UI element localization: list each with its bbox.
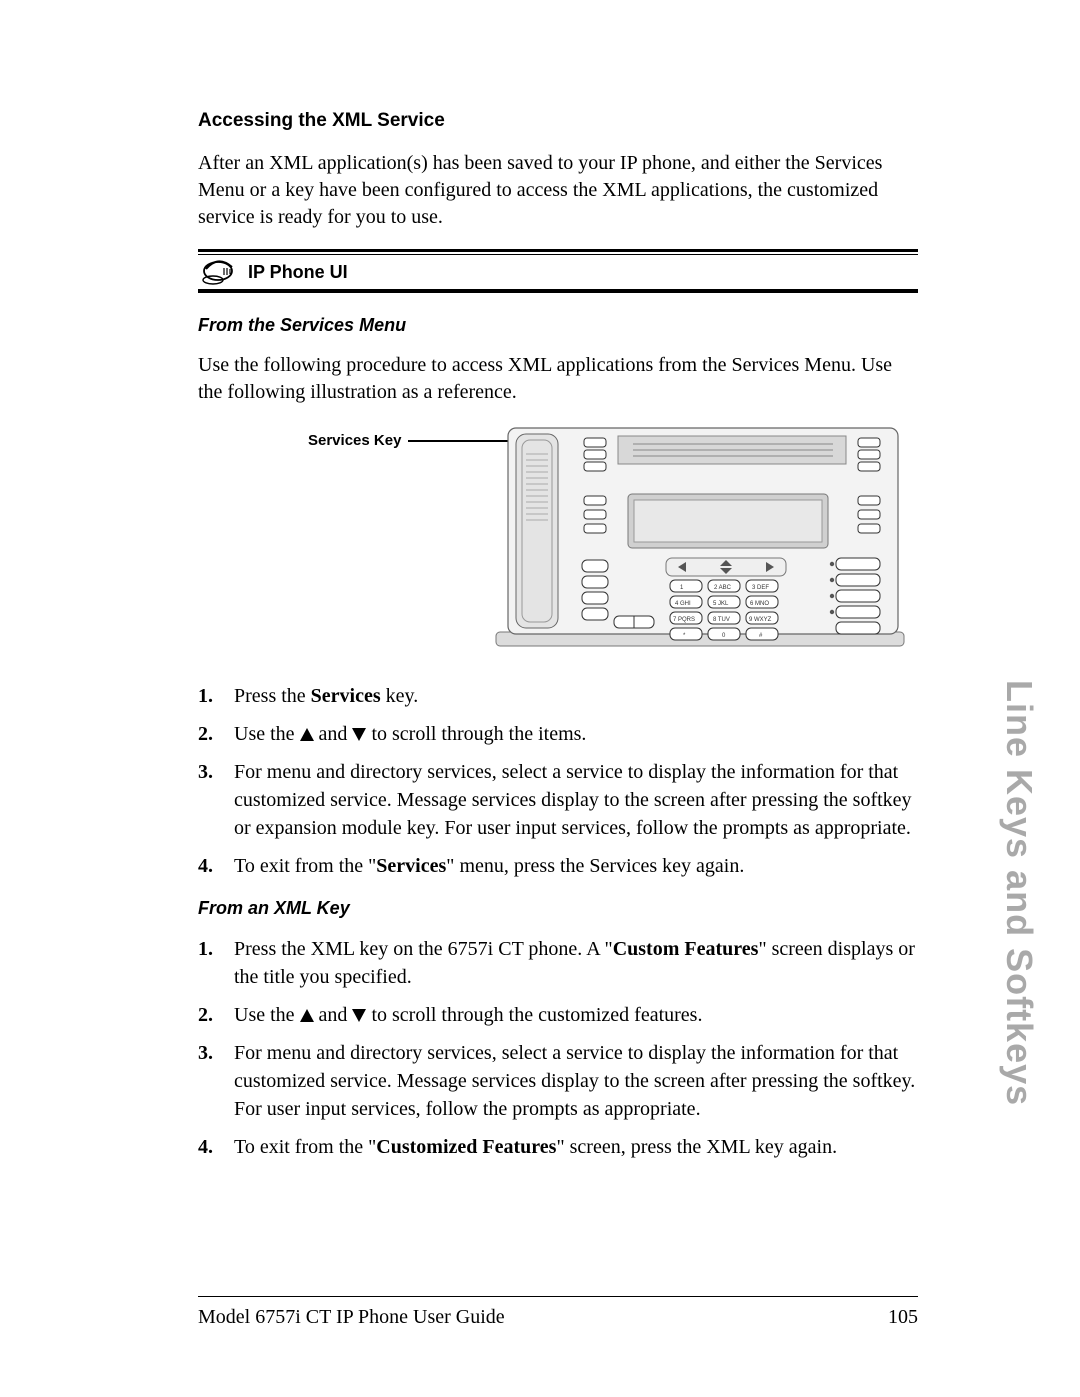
step-3: 3. For menu and directory services, sele… <box>198 1039 918 1123</box>
footer-page-number: 105 <box>888 1306 918 1329</box>
svg-text:7 PQRS: 7 PQRS <box>673 617 695 623</box>
t: Use the <box>234 723 300 745</box>
step-text: To exit from the "Services" menu, press … <box>234 852 744 880</box>
step-2: 2. Use the and to scroll through the cus… <box>198 1001 918 1029</box>
t: To exit from the " <box>234 855 376 877</box>
footer-rule <box>198 1296 918 1297</box>
side-tab-title: Line Keys and Softkeys <box>998 680 1040 1106</box>
content-column: Accessing the XML Service After an XML a… <box>198 110 918 1179</box>
svg-text:6 MNO: 6 MNO <box>750 601 769 607</box>
subsection-heading-xml-key: From an XML Key <box>198 898 918 919</box>
t: To exit from the " <box>234 1136 376 1158</box>
phone-device-icon: 1 2 ABC 3 DEF 4 GHI 5 JKL 6 MNO 7 PQRS 8… <box>488 424 918 654</box>
step-number: 3. <box>198 1039 220 1123</box>
step-4: 4. To exit from the "Customized Features… <box>198 1133 918 1161</box>
step-text: To exit from the "Customized Features" s… <box>234 1133 837 1161</box>
t: key. <box>381 685 419 707</box>
svg-text:8 TUV: 8 TUV <box>713 617 730 623</box>
page: Accessing the XML Service After an XML a… <box>0 0 1080 1397</box>
services-key-target <box>584 438 606 471</box>
t-bold: Customized Features <box>376 1136 556 1158</box>
up-arrow-icon <box>300 728 314 741</box>
down-arrow-icon <box>352 1009 366 1022</box>
step-1: 1. Press the XML key on the 6757i CT pho… <box>198 935 918 991</box>
footer-guide-title: Model 6757i CT IP Phone User Guide <box>198 1306 505 1329</box>
svg-text:3 DEF: 3 DEF <box>752 585 769 591</box>
intro-paragraph: After an XML application(s) has been sav… <box>198 150 918 231</box>
step-text: Press the Services key. <box>234 682 418 710</box>
step-number: 4. <box>198 852 220 880</box>
t: to scroll through the items. <box>366 723 586 745</box>
t: to scroll through the customized feature… <box>366 1004 702 1026</box>
svg-text:2 ABC: 2 ABC <box>714 585 732 591</box>
down-arrow-icon <box>352 728 366 741</box>
step-text: For menu and directory services, select … <box>234 1039 918 1123</box>
steps-services-menu: 1. Press the Services key. 2. Use the an… <box>198 682 918 880</box>
t: Use the <box>234 1004 300 1026</box>
t: " screen, press the XML key again. <box>556 1136 837 1158</box>
figure-label-services-key: Services Key <box>308 432 401 449</box>
rule <box>198 249 918 252</box>
step-number: 2. <box>198 1001 220 1029</box>
t: " menu, press the Services key again. <box>446 855 744 877</box>
rule <box>198 290 918 293</box>
step-number: 1. <box>198 682 220 710</box>
step-1: 1. Press the Services key. <box>198 682 918 710</box>
step-number: 3. <box>198 758 220 842</box>
t-bold: Custom Features <box>613 938 759 960</box>
phone-illustration: Services Key <box>198 424 918 654</box>
callout-label: IP Phone UI <box>248 262 348 283</box>
t-bold: Services <box>376 855 446 877</box>
step-number: 2. <box>198 720 220 748</box>
subsection-heading-services-menu: From the Services Menu <box>198 315 918 336</box>
svg-text:5 JKL: 5 JKL <box>713 601 729 607</box>
step-4: 4. To exit from the "Services" menu, pre… <box>198 852 918 880</box>
section-heading: Accessing the XML Service <box>198 110 918 132</box>
step-text: Press the XML key on the 6757i CT phone.… <box>234 935 918 991</box>
steps-xml-key: 1. Press the XML key on the 6757i CT pho… <box>198 935 918 1161</box>
footer: Model 6757i CT IP Phone User Guide 105 <box>198 1306 918 1329</box>
ip-phone-ui-callout: IP Phone UI <box>198 249 918 293</box>
step-text: Use the and to scroll through the custom… <box>234 1001 702 1029</box>
sub1-intro: Use the following procedure to access XM… <box>198 352 918 406</box>
step-3: 3. For menu and directory services, sele… <box>198 758 918 842</box>
step-number: 4. <box>198 1133 220 1161</box>
svg-text:4 GHI: 4 GHI <box>675 601 691 607</box>
step-2: 2. Use the and to scroll through the ite… <box>198 720 918 748</box>
svg-text:9 WXYZ: 9 WXYZ <box>749 617 772 623</box>
t: and <box>314 1004 353 1026</box>
t: Press the XML key on the 6757i CT phone.… <box>234 938 613 960</box>
t-bold: Services <box>311 685 381 707</box>
step-text: Use the and to scroll through the items. <box>234 720 586 748</box>
step-text: For menu and directory services, select … <box>234 758 918 842</box>
t: and <box>314 723 353 745</box>
step-number: 1. <box>198 935 220 991</box>
callout-row: IP Phone UI <box>198 255 918 289</box>
phone-icon <box>202 259 236 285</box>
up-arrow-icon <box>300 1009 314 1022</box>
t: Press the <box>234 685 311 707</box>
